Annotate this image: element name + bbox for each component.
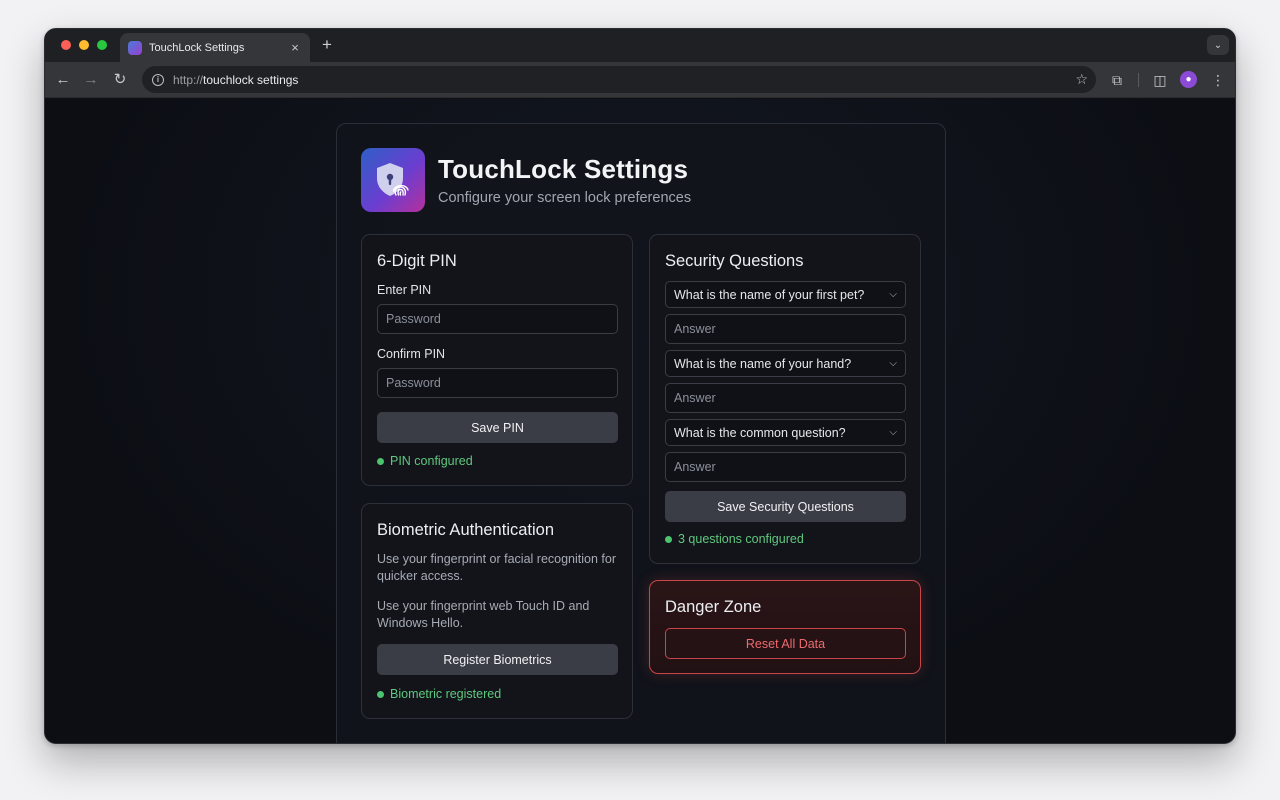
browser-toolbar: ← → ↻ i http:// touchlock settings ☆ ⧉ ◫… bbox=[45, 62, 1235, 98]
question-select-value: What is the name of your hand? bbox=[674, 356, 852, 371]
success-dot-icon bbox=[377, 690, 384, 698]
success-dot-icon bbox=[377, 457, 384, 465]
enter-pin-label: Enter PIN bbox=[377, 283, 432, 297]
tab-title: TouchLock Settings bbox=[149, 41, 245, 54]
answer-input-3[interactable] bbox=[665, 452, 906, 482]
danger-zone-panel: Danger Zone Reset All Data bbox=[649, 580, 921, 674]
settings-card: TouchLock Settings Configure your screen… bbox=[336, 123, 946, 743]
chevron-down-icon: ⌵ bbox=[889, 289, 897, 300]
window-controls bbox=[61, 40, 107, 50]
question-select-1[interactable]: What is the name of your first pet? ⌵ bbox=[665, 281, 906, 308]
page-title: TouchLock Settings bbox=[438, 154, 689, 184]
reset-all-data-button[interactable]: Reset All Data bbox=[665, 628, 906, 659]
chevron-down-icon: ⌵ bbox=[889, 358, 897, 369]
biometric-description-2: Use your fingerprint web Touch ID and Wi… bbox=[377, 599, 590, 630]
biometric-status: Biometric registered bbox=[377, 687, 501, 701]
reload-button[interactable]: ↻ bbox=[110, 70, 130, 90]
url-scheme: http:// bbox=[173, 72, 204, 87]
menu-kebab-icon[interactable]: ⋮ bbox=[1208, 70, 1228, 90]
pin-heading: 6-Digit PIN bbox=[377, 252, 457, 270]
tab-strip: TouchLock Settings × + ⌄ bbox=[45, 29, 1235, 62]
answer-input-2[interactable] bbox=[665, 383, 906, 413]
enter-pin-input[interactable] bbox=[377, 304, 618, 334]
page-subtitle: Configure your screen lock preferences bbox=[438, 190, 692, 206]
question-select-value: What is the common question? bbox=[674, 425, 846, 440]
pin-status-text: PIN configured bbox=[390, 454, 473, 468]
minimize-window-button[interactable] bbox=[79, 40, 89, 50]
danger-heading: Danger Zone bbox=[665, 598, 762, 616]
info-icon[interactable]: i bbox=[152, 73, 164, 86]
toolbar-divider bbox=[1138, 73, 1139, 87]
arrow-left-icon: ← bbox=[55, 71, 71, 88]
security-heading: Security Questions bbox=[665, 252, 804, 270]
url-host: touchlock settings bbox=[203, 72, 299, 87]
close-window-button[interactable] bbox=[61, 40, 71, 50]
back-button[interactable]: ← bbox=[53, 70, 73, 90]
profile-avatar-icon[interactable]: ● bbox=[1180, 71, 1197, 88]
chevron-down-icon: ⌄ bbox=[1213, 39, 1223, 51]
page-viewport: TouchLock Settings Configure your screen… bbox=[45, 99, 1235, 743]
biometric-status-text: Biometric registered bbox=[390, 687, 502, 701]
confirm-pin-input[interactable] bbox=[377, 368, 618, 398]
forward-button[interactable]: → bbox=[81, 70, 101, 90]
tab-touchlock-settings[interactable]: TouchLock Settings × bbox=[120, 33, 310, 62]
question-select-2[interactable]: What is the name of your hand? ⌵ bbox=[665, 350, 906, 377]
security-status: 3 questions configured bbox=[665, 532, 804, 546]
pin-status: PIN configured bbox=[377, 454, 473, 468]
security-status-text: 3 questions configured bbox=[678, 532, 804, 546]
extensions-icon[interactable]: ⧉ bbox=[1107, 70, 1127, 90]
question-select-3[interactable]: What is the common question? ⌵ bbox=[665, 419, 906, 446]
maximize-window-button[interactable] bbox=[97, 40, 107, 50]
pin-panel: 6-Digit PIN Enter PIN Confirm PIN Save P… bbox=[361, 234, 633, 486]
save-security-questions-button[interactable]: Save Security Questions bbox=[665, 491, 906, 522]
chevron-down-icon: ⌵ bbox=[889, 427, 897, 438]
favicon-icon bbox=[128, 40, 142, 55]
shield-fingerprint-icon bbox=[377, 163, 409, 196]
app-logo bbox=[361, 148, 425, 212]
new-tab-button[interactable]: + bbox=[319, 36, 335, 54]
address-bar[interactable]: i http:// touchlock settings ☆ bbox=[142, 66, 1096, 93]
answer-input-1[interactable] bbox=[665, 314, 906, 344]
side-panel-icon[interactable]: ◫ bbox=[1150, 70, 1170, 90]
tab-search-button[interactable]: ⌄ bbox=[1207, 35, 1229, 55]
save-pin-button[interactable]: Save PIN bbox=[377, 412, 618, 443]
biometric-description-1: Use your fingerprint or facial recogniti… bbox=[377, 552, 617, 583]
reload-icon: ↻ bbox=[113, 71, 127, 88]
bookmark-star-icon[interactable]: ☆ bbox=[1075, 71, 1088, 88]
question-select-value: What is the name of your first pet? bbox=[674, 287, 865, 302]
browser-window: TouchLock Settings × + ⌄ ← → ↻ i http://… bbox=[44, 28, 1236, 744]
success-dot-icon bbox=[665, 535, 672, 543]
register-biometrics-button[interactable]: Register Biometrics bbox=[377, 644, 618, 675]
biometric-panel: Biometric Authentication Use your finger… bbox=[361, 503, 633, 719]
arrow-right-icon: → bbox=[83, 71, 99, 88]
close-tab-icon[interactable]: × bbox=[288, 40, 302, 55]
confirm-pin-label: Confirm PIN bbox=[377, 347, 446, 361]
security-questions-panel: Security Questions What is the name of y… bbox=[649, 234, 921, 564]
biometric-heading: Biometric Authentication bbox=[377, 521, 555, 539]
